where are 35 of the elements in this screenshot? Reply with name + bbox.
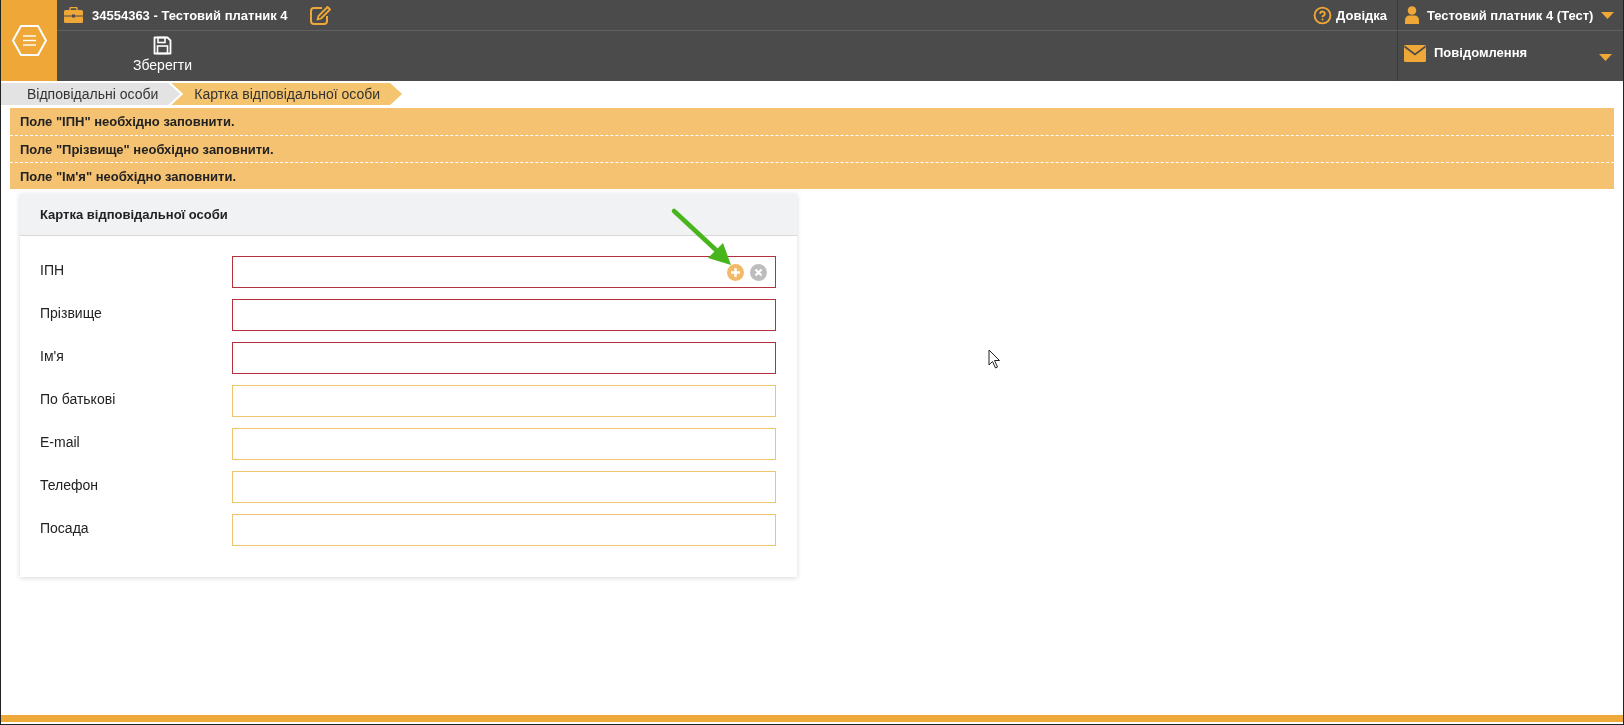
field-label: Ім'я — [40, 348, 64, 366]
clear-icon[interactable] — [750, 263, 767, 281]
alert-message: Поле "ІПН" необхідно заповнити. — [19, 113, 236, 131]
envelope-icon — [1404, 45, 1426, 62]
help-link[interactable]: Довідка — [1313, 5, 1387, 25]
caret-icon — [1601, 11, 1615, 19]
annotation-arrow — [672, 209, 732, 266]
user-menu[interactable]: Тестовий платник 4 (Тест) — [1398, 0, 1624, 30]
menu-button[interactable] — [1, 0, 57, 81]
field-label: E-mail — [40, 434, 80, 452]
breadcrumb-item[interactable]: Картка відповідальної особи — [171, 83, 403, 105]
briefcase-icon — [64, 7, 83, 23]
breadcrumb-item[interactable]: Відповідальні особи — [1, 83, 181, 105]
field-label: По батькові — [40, 391, 116, 409]
messages-menu[interactable]: Повідомлення — [1398, 31, 1623, 81]
card-title: Картка відповідальної особи — [20, 194, 797, 236]
user-icon — [1405, 6, 1419, 24]
field-label: Посада — [40, 520, 89, 538]
alert-message: Поле "Ім'я" необхідно заповнити. — [10, 162, 1614, 189]
field-label: Прізвище — [40, 305, 102, 323]
hexagon-menu-icon — [11, 25, 47, 56]
help-icon — [1313, 5, 1333, 25]
caret-icon — [1599, 54, 1612, 61]
edit-icon[interactable] — [309, 5, 331, 25]
save-button[interactable]: Зберегти — [129, 36, 196, 73]
account-title: 34554363 - Тестовий платник 4 — [92, 7, 288, 23]
input-field[interactable] — [232, 299, 776, 331]
field-label: ІПН — [40, 262, 65, 280]
alert-message: Поле "Прізвище" необхідно заповнити. — [10, 135, 1614, 162]
input-field[interactable] — [232, 342, 776, 374]
add-icon[interactable] — [727, 263, 744, 281]
cursor-icon — [988, 349, 1001, 369]
save-icon — [153, 36, 172, 55]
input-field[interactable] — [232, 256, 776, 288]
field-label: Телефон — [40, 477, 99, 495]
